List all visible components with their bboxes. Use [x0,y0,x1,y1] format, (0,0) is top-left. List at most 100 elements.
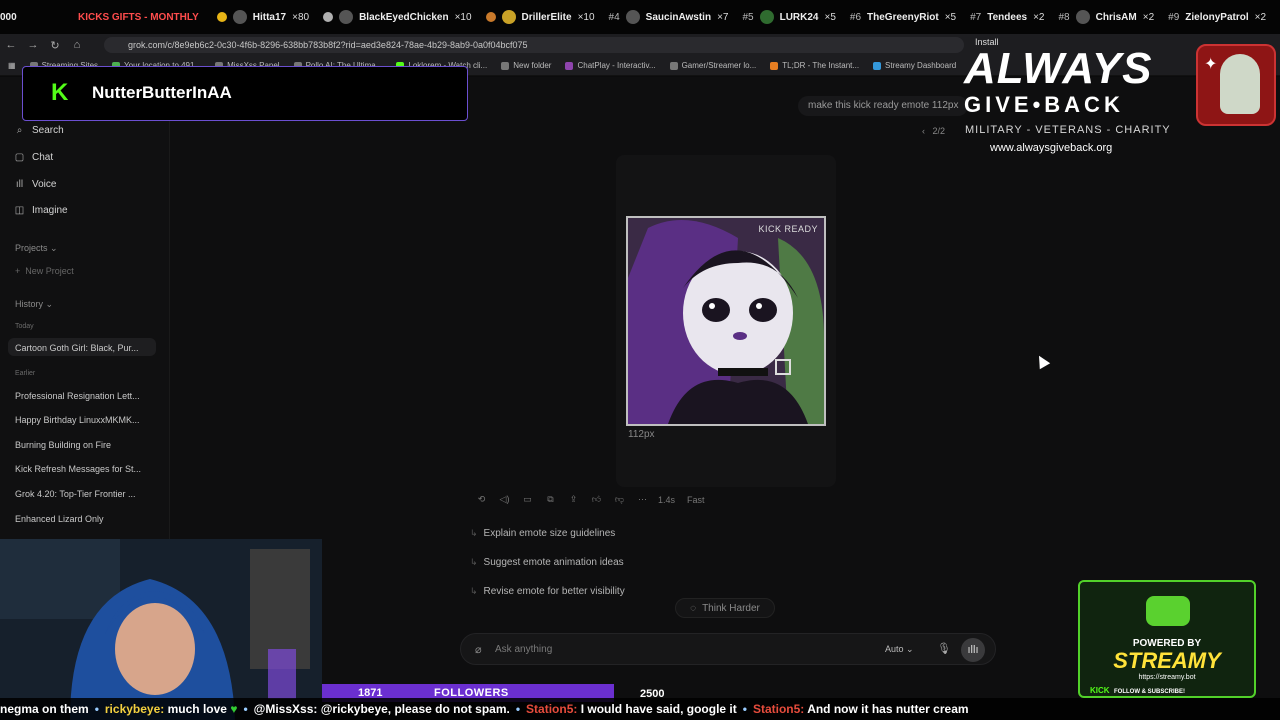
projects-header[interactable]: Projects ⌄ [15,243,58,254]
entry-count: ×2 [1254,11,1267,23]
chevron-left-icon[interactable]: ‹ [922,126,925,136]
separator-icon: • [94,702,99,716]
voice-mode-button[interactable]: ıllı [961,638,985,662]
streamy-widget: POWERED BY STREAMY https://streamy.bot K… [1078,580,1256,698]
reload-icon[interactable]: ↻ [44,39,66,52]
logo-url: www.alwaysgiveback.org [990,142,1113,154]
ticker-user: @MissXss: [253,702,318,716]
history-item[interactable]: Burning Building on Fire [15,440,155,450]
history-header[interactable]: History ⌄ [15,299,53,310]
copy-icon[interactable]: ⧉ [539,494,562,505]
history-item[interactable]: Happy Birthday LinuxxMKMK... [15,415,155,425]
entry-count: ×5 [824,11,836,23]
leaderboard-entry: DrillerElite ×10 [485,10,595,24]
leaderboard-entry: #8 ChrisAM ×2 [1059,10,1155,24]
silver-medal-icon [323,12,334,22]
suggestion-item[interactable]: ↳ Revise emote for better visibility [470,586,625,597]
address-bar[interactable]: grok.com/c/8e9eb6c2-0c30-4f6b-8296-638bb… [104,37,964,53]
pager-count: 2/2 [932,126,946,136]
separator-icon: • [243,702,248,716]
bookmark-item[interactable]: Gamer/Streamer lo... [669,61,757,70]
leaderboard-entry: #5 LURK24 ×5 [742,10,836,24]
entry-count: ×80 [292,11,310,23]
bookmark-item[interactable]: TL;DR - The Instant... [770,61,859,70]
bookmark-label: TL;DR - The Instant... [782,61,860,70]
webcam-feed [0,539,322,720]
history-item[interactable]: Enhanced Lizard Only [15,514,155,524]
sidebar-item-chat[interactable]: ▢ Chat [14,152,53,163]
sidebar-item-label: Search [32,125,64,136]
site-icon [770,61,779,70]
share-icon[interactable]: ⇪ [562,494,585,505]
thumbs-up-icon[interactable]: 👍︎ [585,494,608,505]
search-icon: ⌕ [16,125,23,136]
ticker-text: negma on them [0,702,89,716]
bookmark-label: Gamer/Streamer lo... [681,61,757,70]
bookmark-item[interactable]: ChatPlay - Interactiv... [565,61,656,70]
suggestion-item[interactable]: ↳ Explain emote size guidelines [470,528,615,539]
kick-label: KICK [1090,686,1110,695]
microphone-icon[interactable]: 🎙︎ [937,642,951,655]
entry-name: BlackEyedChicken [359,11,449,23]
entry-name: Hitta17 [252,11,287,23]
entry-name: ZielonyPatrol [1185,11,1249,23]
history-item[interactable]: Professional Resignation Lett... [15,391,155,401]
ticker-user: Station5: [752,702,805,716]
lightbulb-icon: ◌ [690,602,697,614]
suggestion-label: Explain emote size guidelines [483,528,616,539]
entry-count: ×2 [1142,11,1155,23]
thumbs-down-icon[interactable]: 👎︎ [608,494,631,505]
entry-count: ×5 [944,11,957,23]
sidebar-item-search[interactable]: ⌕ Search [14,125,64,136]
leaderboard-entry: #6 TheGreenyRiot ×5 [850,12,956,23]
history-item[interactable]: Kick Refresh Messages for St... [15,464,155,474]
read-aloud-icon[interactable]: ◁) [493,494,516,505]
entry-rank: #4 [608,11,620,23]
bookmark-label: ChatPlay - Interactiv... [577,61,656,70]
ticker-message: negma on them [0,702,89,716]
new-project-button[interactable]: + New Project [15,266,74,276]
sidebar-item-label: Chat [32,152,54,163]
response-mode: Fast [687,494,705,505]
composer-placeholder[interactable]: Ask anything [495,644,552,655]
back-icon[interactable]: ← [0,39,22,51]
return-arrow-icon: ↳ [470,528,478,538]
response-pager[interactable]: ‹ 2/2 [922,126,945,136]
apps-icon[interactable]: ▦ [8,61,16,70]
soldier-figure [1220,54,1260,114]
regenerate-icon[interactable]: ⟲ [470,494,493,505]
home-icon[interactable]: ⌂ [66,39,88,51]
bookmark-item[interactable]: Streamy Dashboard [873,61,956,70]
emote-badge: KICK READY [758,224,818,234]
new-project-label: New Project [25,266,74,276]
entry-count: ×7 [717,11,729,23]
model-selector[interactable]: Auto ⌄ [885,644,914,655]
site-icon [873,61,882,70]
forward-icon[interactable]: → [22,39,44,51]
attach-icon[interactable]: ⌀ [475,643,482,656]
ticker-message: Station5: And now it has nutter cream [753,702,969,716]
star-icon: ✦ [1204,56,1218,73]
entry-name: Tendees [987,11,1028,23]
webcam-scene [0,539,322,720]
response-time: 1.4s [658,494,676,505]
history-item[interactable]: Grok 4.20: Top-Tier Frontier ... [15,489,155,499]
history-item[interactable]: Cartoon Goth Girl: Black, Pur... [15,343,155,353]
suggestion-label: Suggest emote animation ideas [483,557,624,568]
chat-icon: ▢ [14,152,25,163]
ticker-text: @rickybeye, please do not spam. [320,702,510,716]
bookmark-item[interactable]: New folder [501,61,551,70]
entry-name: TheGreenyRiot [867,11,939,23]
avatar [1075,10,1090,24]
suggestion-item[interactable]: ↳ Suggest emote animation ideas [470,557,624,568]
goth-girl-illustration [628,218,824,424]
think-harder-button[interactable]: ◌ Think Harder [675,598,775,618]
message-composer[interactable]: ⌀ Ask anything Auto ⌄ 🎙︎ ıllı [460,633,996,665]
return-arrow-icon: ↳ [470,557,478,567]
more-icon[interactable]: ⋯ [631,494,654,505]
comment-icon[interactable]: ▭ [516,494,539,505]
generated-emote-image[interactable]: KICK READY [626,216,826,426]
sidebar-item-voice[interactable]: ıll Voice [14,179,57,190]
sidebar-item-imagine[interactable]: ◫ Imagine [14,205,68,216]
bookmark-label: Streamy Dashboard [885,61,957,70]
